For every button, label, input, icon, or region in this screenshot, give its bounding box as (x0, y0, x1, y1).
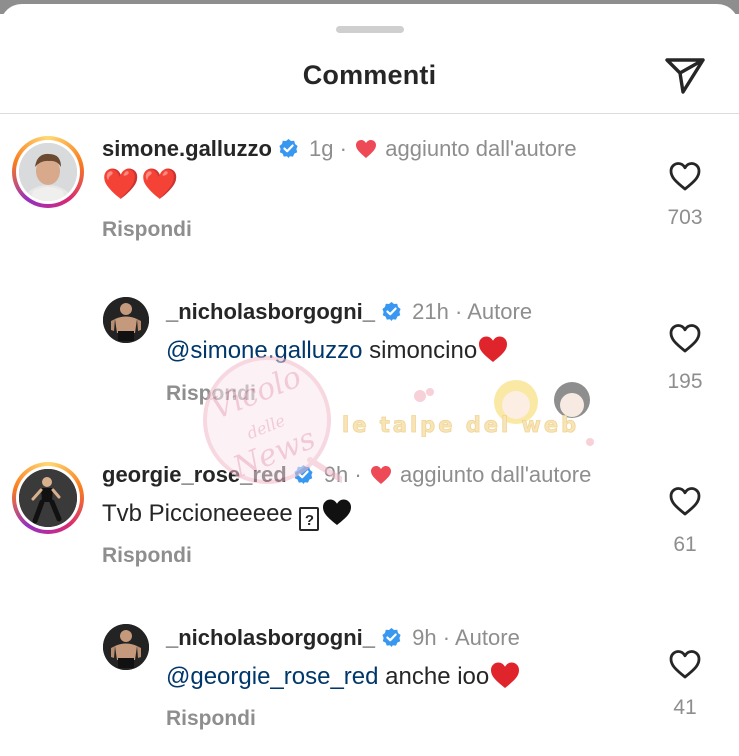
reply-button[interactable]: Rispondi (166, 705, 256, 733)
comment-body: simoncino (362, 337, 478, 364)
meta-separator: · (354, 462, 362, 487)
author-label: Autore (467, 299, 533, 324)
like-count: 61 (673, 533, 697, 556)
black-heart-emoji-icon (321, 497, 353, 535)
heart-outline-icon[interactable] (668, 322, 702, 354)
avatar[interactable] (103, 297, 149, 343)
verified-badge-icon (278, 138, 299, 166)
header-divider (0, 113, 739, 114)
comment-username[interactable]: _nicholasborgogni_ (166, 299, 375, 324)
comment-header: simone.galluzzo 1g · aggiunto dall'autor… (102, 135, 577, 166)
author-label: Autore (455, 625, 520, 650)
comment-time: 21h (412, 299, 449, 324)
sheet-drag-handle[interactable] (336, 26, 404, 33)
comment-header: georgie_rose_red 9h · aggiunto dall'auto… (102, 461, 591, 492)
comment-username[interactable]: _nicholasborgogni_ (166, 625, 375, 650)
reply-button[interactable]: Rispondi (102, 216, 192, 244)
red-heart-emoji-icon (489, 660, 521, 698)
missing-glyph-box: ? (299, 507, 320, 531)
meta-separator: · (442, 625, 451, 650)
mention-link[interactable]: @simone.galluzzo (166, 337, 362, 364)
comment-text: ❤️❤️ (102, 170, 181, 202)
comment-header: _nicholasborgogni_ 9h · Autore (166, 624, 520, 655)
comment-text: @georgie_rose_red anche ioo (166, 660, 521, 698)
comment-header: _nicholasborgogni_ 21h · Autore (166, 298, 532, 329)
reply-button[interactable]: Rispondi (102, 542, 192, 570)
comment-text: Tvb Piccioneeeee ? (102, 497, 353, 535)
comment-time: 9h (323, 462, 349, 487)
reply-button[interactable]: Rispondi (166, 380, 256, 408)
avatar[interactable] (12, 136, 84, 208)
like-count: 195 (667, 370, 703, 393)
like-count: 703 (667, 206, 703, 229)
like-count: 41 (673, 696, 697, 719)
author-like-note: aggiunto dall'autore (399, 462, 592, 487)
meta-separator: · (339, 136, 347, 161)
comment-emoji-text: ❤️❤️ (102, 168, 181, 201)
comment-time: 9h (412, 625, 437, 650)
meta-separator: · (455, 299, 463, 324)
heart-outline-icon[interactable] (668, 160, 702, 192)
comment-time: 1g (309, 136, 334, 161)
mention-link[interactable]: @georgie_rose_red (166, 663, 379, 690)
verified-badge-icon (381, 301, 402, 329)
verified-badge-icon (293, 464, 314, 492)
red-heart-icon (355, 138, 377, 166)
verified-badge-icon (381, 627, 402, 655)
heart-outline-icon[interactable] (668, 648, 702, 680)
sheet-title: Commenti (302, 60, 437, 90)
red-heart-emoji-icon (477, 334, 509, 372)
paper-plane-icon[interactable] (663, 54, 707, 96)
comment-body: Tvb Piccioneeeee (102, 500, 300, 527)
comment-text: @simone.galluzzo simoncino (166, 334, 509, 372)
red-heart-icon (370, 464, 392, 492)
heart-outline-icon[interactable] (668, 485, 702, 517)
author-like-note: aggiunto dall'autore (385, 136, 577, 161)
comment-username[interactable]: georgie_rose_red (102, 462, 287, 487)
avatar[interactable] (12, 462, 84, 534)
comment-username[interactable]: simone.galluzzo (102, 136, 272, 161)
avatar[interactable] (103, 624, 149, 670)
comment-body: anche ioo (378, 663, 490, 690)
